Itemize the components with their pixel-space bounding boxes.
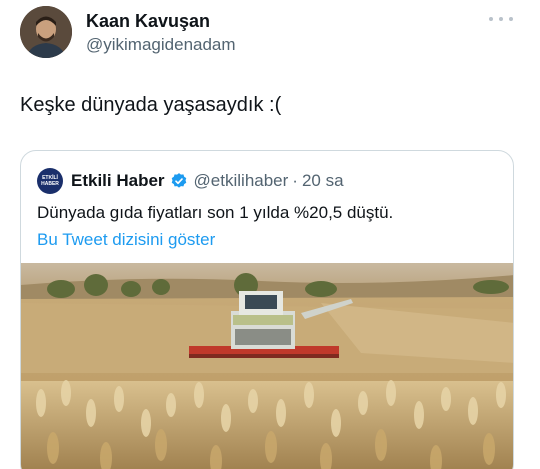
quoted-tweet-text: Dünyada gıda fiyatları son 1 yılda %20,5… <box>37 203 394 222</box>
more-options-icon[interactable] <box>489 12 513 26</box>
source-logo[interactable]: ETKİLİ HABER <box>37 168 63 194</box>
tweet-text: Keşke dünyada yaşasaydık :( <box>20 94 282 116</box>
verified-badge-icon <box>171 173 186 188</box>
author-handle[interactable]: @yikimagidenadam <box>86 35 236 55</box>
quoted-tweet-card[interactable]: ETKİLİ HABER Etkili Haber @etkilihaber ·… <box>20 150 514 469</box>
author-avatar[interactable] <box>20 6 72 58</box>
show-thread-link[interactable]: Bu Tweet dizisini göster <box>37 230 215 250</box>
author-name[interactable]: Kaan Kavuşan <box>86 11 210 32</box>
quoted-tweet-header: Etkili Haber @etkilihaber · 20 sa <box>71 171 344 191</box>
wheat-field-harvester-photo[interactable] <box>21 263 514 469</box>
source-logo-text: ETKİLİ HABER <box>41 175 59 187</box>
quoted-author-handle[interactable]: @etkilihaber <box>194 171 289 191</box>
quoted-author-name[interactable]: Etkili Haber <box>71 171 165 191</box>
header-separator: · <box>292 171 298 190</box>
quoted-tweet-time[interactable]: 20 sa <box>302 171 344 191</box>
